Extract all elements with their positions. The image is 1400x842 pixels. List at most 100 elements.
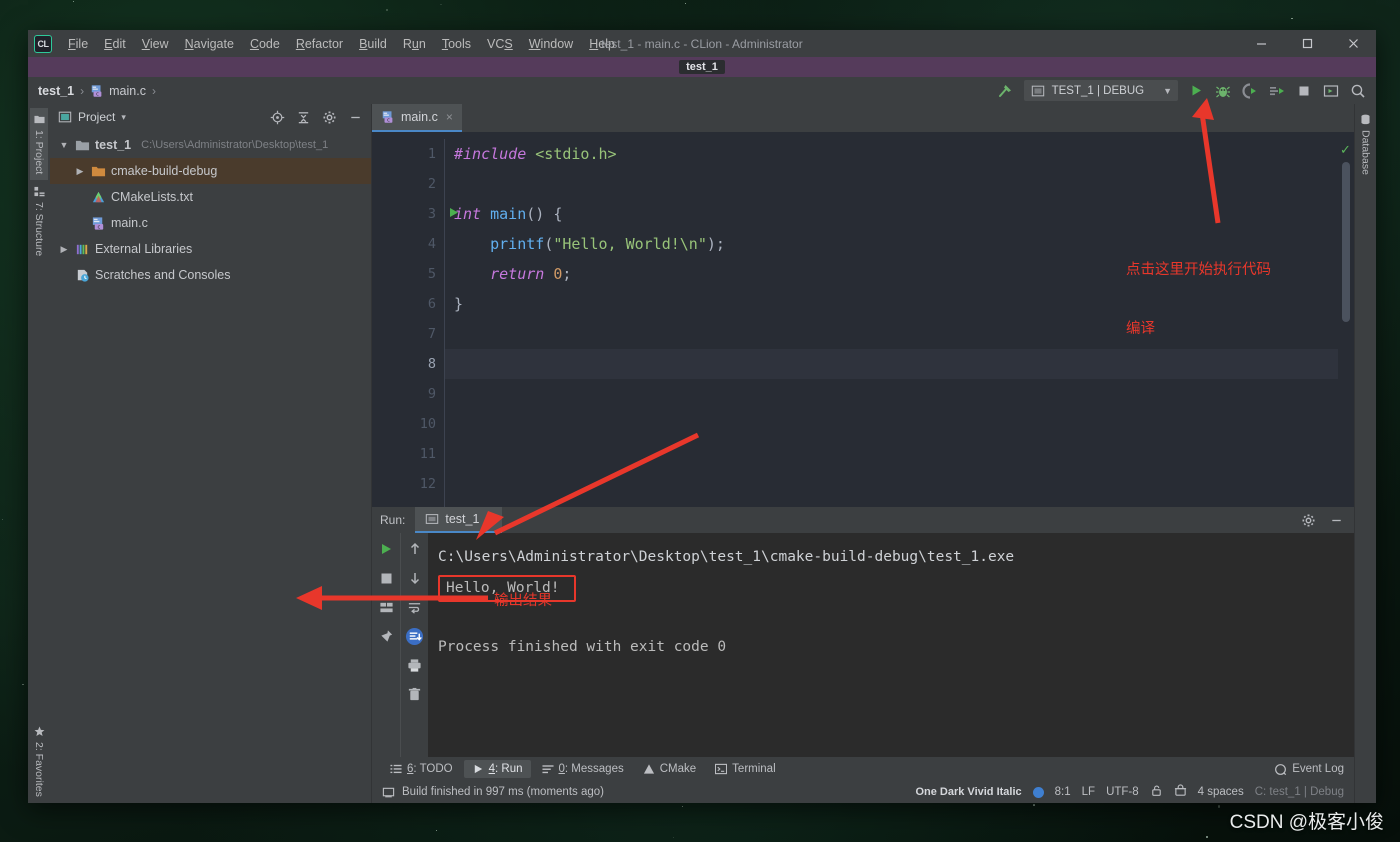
editor-scrollbar[interactable]: ✓: [1338, 132, 1354, 507]
clear-all-icon[interactable]: [405, 684, 425, 704]
collapse-all-icon[interactable]: [291, 106, 315, 128]
bottom-tab-terminal[interactable]: Terminal: [707, 760, 783, 778]
tree-node-external-libraries[interactable]: ▶ External Libraries: [50, 236, 371, 262]
run-console-output[interactable]: C:\Users\Administrator\Desktop\test_1\cm…: [428, 533, 1354, 757]
close-icon[interactable]: ×: [485, 512, 492, 526]
code-line[interactable]: [444, 469, 1338, 499]
tool-tab-project[interactable]: 1: Project: [30, 108, 48, 181]
code-line[interactable]: printf("Hello, World!\n");: [444, 229, 1338, 259]
menu-item-edit[interactable]: Edit: [96, 34, 134, 54]
down-arrow-icon[interactable]: [405, 568, 425, 588]
menu-item-code[interactable]: Code: [242, 34, 288, 54]
stop-button[interactable]: [1292, 80, 1316, 102]
menu-item-file[interactable]: File: [60, 34, 96, 54]
tool-tab-favorites[interactable]: 2: Favorites: [30, 720, 48, 803]
code-line[interactable]: }: [444, 289, 1338, 319]
chevron-right-icon[interactable]: ▶: [74, 166, 86, 177]
build-hammer-icon[interactable]: [994, 80, 1018, 102]
run-configuration-selector[interactable]: TEST_1 | DEBUG ▼: [1023, 80, 1178, 101]
editor-gutter[interactable]: 1 2 3 4 5 6 7 8 9 10 11 12: [372, 132, 458, 507]
close-icon[interactable]: [1330, 30, 1376, 57]
gutter-line-number[interactable]: 11: [372, 439, 444, 469]
gutter-line-number[interactable]: 12: [372, 469, 444, 499]
chevron-down-icon[interactable]: ▾: [121, 112, 126, 123]
lock-icon[interactable]: [1150, 784, 1163, 800]
gutter-line-number[interactable]: 1: [372, 139, 444, 169]
tool-tab-structure[interactable]: 7: Structure: [30, 180, 48, 262]
rerun-icon[interactable]: [376, 539, 396, 559]
tree-node-main-c[interactable]: c main.c: [50, 210, 371, 236]
scrollbar-thumb[interactable]: [1342, 162, 1350, 322]
code-line[interactable]: [444, 409, 1338, 439]
run-anything-icon[interactable]: [1319, 80, 1343, 102]
debug-button[interactable]: [1211, 80, 1235, 102]
chevron-down-icon[interactable]: ▼: [58, 140, 70, 150]
layout-icon[interactable]: [376, 597, 396, 617]
code-line[interactable]: return 0;: [444, 259, 1338, 289]
code-line[interactable]: [444, 379, 1338, 409]
run-with-coverage-button[interactable]: [1238, 80, 1262, 102]
hide-minimize-icon[interactable]: [1324, 509, 1348, 531]
bottom-tab-4-run[interactable]: 4: Run: [463, 760, 531, 778]
breadcrumb-project[interactable]: test_1: [38, 84, 74, 98]
code-line[interactable]: int main() {: [444, 199, 1338, 229]
tree-node-scratches-and-consoles[interactable]: Scratches and Consoles: [50, 262, 371, 288]
caret-position[interactable]: 8:1: [1055, 786, 1071, 798]
maximize-icon[interactable]: [1284, 30, 1330, 57]
pin-tab-icon[interactable]: [376, 626, 396, 646]
menu-item-navigate[interactable]: Navigate: [177, 34, 242, 54]
print-icon[interactable]: [405, 655, 425, 675]
breadcrumb-file[interactable]: c main.c: [90, 84, 146, 98]
event-log-button[interactable]: Event Log: [1274, 763, 1354, 776]
code-line[interactable]: [444, 169, 1338, 199]
menu-item-refactor[interactable]: Refactor: [288, 34, 351, 54]
bottom-tab-6-todo[interactable]: 6: TODO: [382, 760, 461, 778]
tree-node-test-1[interactable]: ▼ test_1 C:\Users\Administrator\Desktop\te…: [50, 132, 371, 158]
menu-item-window[interactable]: Window: [521, 34, 581, 54]
run-button[interactable]: [1184, 80, 1208, 102]
code-line[interactable]: [444, 439, 1338, 469]
soft-wrap-icon[interactable]: [405, 597, 425, 617]
stop-icon[interactable]: [376, 568, 396, 588]
chevron-down-icon[interactable]: ▼: [1163, 86, 1172, 96]
file-encoding[interactable]: UTF-8: [1106, 786, 1139, 798]
gutter-line-number[interactable]: 7: [372, 319, 444, 349]
gutter-line-number[interactable]: 5: [372, 259, 444, 289]
bottom-tab-cmake[interactable]: CMake: [635, 760, 704, 778]
run-tab-test_1[interactable]: test_1 ×: [415, 507, 503, 533]
gutter-line-number[interactable]: 4: [372, 229, 444, 259]
gutter-line-number[interactable]: 2: [372, 169, 444, 199]
indent-setting[interactable]: 4 spaces: [1198, 786, 1244, 798]
settings-gear-icon[interactable]: [317, 106, 341, 128]
code-editor[interactable]: 1 2 3 4 5 6 7 8 9 10 11 12 #include <stdio.h> int m…: [372, 132, 1354, 507]
menu-item-run[interactable]: Run: [395, 34, 434, 54]
search-everywhere-icon[interactable]: [1346, 80, 1370, 102]
menu-item-vcs[interactable]: VCS: [479, 34, 521, 54]
settings-gear-icon[interactable]: [1296, 509, 1320, 531]
gutter-line-number[interactable]: 3: [372, 199, 458, 229]
minimize-icon[interactable]: [1238, 30, 1284, 57]
line-separator[interactable]: LF: [1082, 786, 1095, 798]
up-arrow-icon[interactable]: [405, 539, 425, 559]
gutter-line-number[interactable]: 10: [372, 409, 444, 439]
vcs-branch-icon[interactable]: [1174, 784, 1187, 800]
menu-item-view[interactable]: View: [134, 34, 177, 54]
editor-tab-main-c[interactable]: c main.c ×: [372, 104, 462, 132]
menu-item-build[interactable]: Build: [351, 34, 395, 54]
close-icon[interactable]: ×: [446, 110, 453, 124]
bottom-tab-0-messages[interactable]: 0: Messages: [534, 760, 632, 778]
hide-minimize-icon[interactable]: [343, 106, 367, 128]
code-line[interactable]: #include <stdio.h>: [444, 139, 1338, 169]
run-target-status[interactable]: C: test_1 | Debug: [1255, 786, 1344, 798]
code-line[interactable]: [444, 349, 1338, 379]
tree-node-cmakelists-txt[interactable]: CMakeLists.txt: [50, 184, 371, 210]
profile-button[interactable]: [1265, 80, 1289, 102]
code-line[interactable]: [444, 319, 1338, 349]
tree-node-cmake-build-debug[interactable]: ▶ cmake-build-debug: [50, 158, 371, 184]
color-scheme-label[interactable]: One Dark Vivid Italic: [915, 786, 1021, 798]
menu-item-tools[interactable]: Tools: [434, 34, 479, 54]
locate-target-icon[interactable]: [265, 106, 289, 128]
gutter-line-number[interactable]: 9: [372, 379, 444, 409]
gutter-line-number[interactable]: 8: [372, 349, 444, 379]
editor-code-area[interactable]: #include <stdio.h> int main() { printf("…: [444, 132, 1338, 507]
